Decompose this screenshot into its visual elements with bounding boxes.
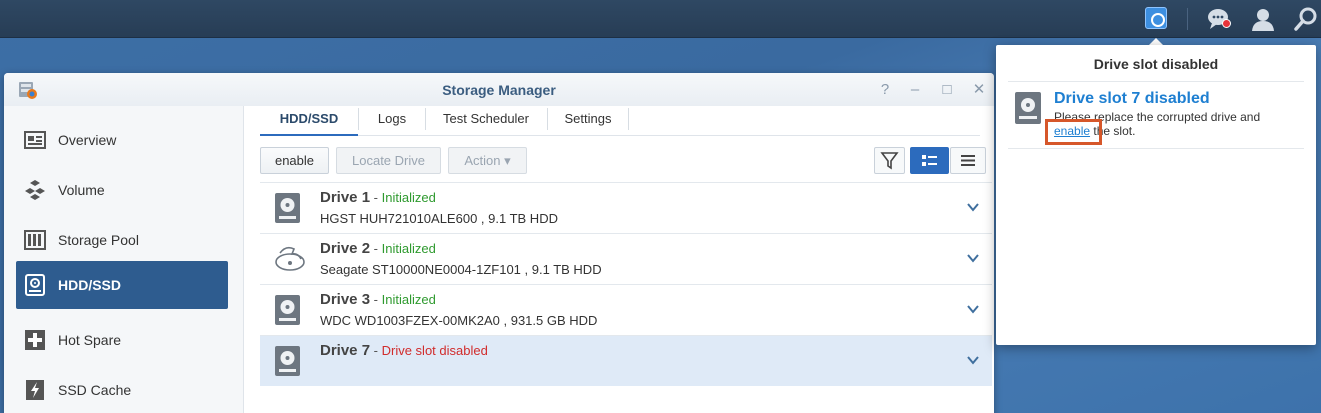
- drive-row[interactable]: Drive 1 - Initialized HGST HUH721010ALE6…: [260, 182, 992, 233]
- taskbar: [0, 0, 1321, 38]
- drive-model: HGST HUH721010ALE600 , 9.1 TB HDD: [320, 211, 558, 226]
- hdd-drive-icon: [1014, 91, 1042, 125]
- sidebar-item-label: Overview: [58, 132, 117, 148]
- drive-name: Drive 7: [320, 342, 371, 359]
- tab-bar: HDD/SSD Logs Test Scheduler Settings: [260, 106, 980, 136]
- storage-pool-icon: [24, 229, 46, 251]
- drive-status: Initialized: [381, 241, 436, 256]
- tab-divider: [628, 108, 629, 130]
- tab-hdd-ssd[interactable]: HDD/SSD: [260, 106, 358, 136]
- drive-name: Drive 2: [320, 240, 371, 257]
- notification-badge-icon: [1222, 19, 1231, 28]
- drive-status: Drive slot disabled: [381, 343, 488, 358]
- drive-model: Seagate ST10000NE0004-1ZF101 , 9.1 TB HD…: [320, 262, 602, 277]
- enable-link[interactable]: enable: [1054, 124, 1090, 138]
- user-icon[interactable]: [1251, 7, 1275, 31]
- overview-icon: [24, 129, 46, 151]
- search-icon[interactable]: [1294, 7, 1318, 31]
- sidebar-item-volume[interactable]: Volume: [16, 166, 228, 214]
- notification-item[interactable]: Drive slot 7 disabled Please replace the…: [1008, 83, 1304, 149]
- sidebar-item-hot-spare[interactable]: Hot Spare: [16, 316, 228, 364]
- hdd-drive-icon: [274, 294, 301, 326]
- drive-name: Drive 1: [320, 189, 371, 206]
- tab-logs[interactable]: Logs: [359, 106, 425, 136]
- notification-text: Please replace the corrupted drive and: [1054, 110, 1261, 124]
- sidebar-item-label: Hot Spare: [58, 332, 122, 348]
- drive-row[interactable]: Drive 3 - Initialized WDC WD1003FZEX-00M…: [260, 284, 992, 335]
- chevron-down-icon[interactable]: [966, 353, 980, 367]
- filter-button[interactable]: [874, 147, 905, 174]
- tab-test-scheduler[interactable]: Test Scheduler: [426, 106, 546, 136]
- notification-popup: Drive slot disabled Drive slot 7 disable…: [996, 45, 1316, 345]
- drive-separator: -: [370, 190, 382, 205]
- drive-status: Initialized: [381, 190, 436, 205]
- drive-separator: -: [370, 241, 382, 256]
- sidebar-item-overview[interactable]: Overview: [16, 116, 228, 164]
- drive-separator: -: [370, 343, 382, 358]
- close-button[interactable]: ✕: [970, 81, 988, 99]
- popup-header: Drive slot disabled: [1008, 56, 1304, 82]
- sidebar-item-ssd-cache[interactable]: SSD Cache: [16, 366, 228, 413]
- drive-separator: -: [370, 292, 382, 307]
- drive-model: WDC WD1003FZEX-00MK2A0 , 931.5 GB HDD: [320, 313, 598, 328]
- sidebar-item-label: Storage Pool: [58, 232, 139, 248]
- notification-title[interactable]: Drive slot 7 disabled: [1054, 90, 1210, 108]
- drive-row-selected[interactable]: Drive 7 - Drive slot disabled: [260, 335, 992, 386]
- taskbar-divider: [1187, 8, 1188, 30]
- storage-notification-icon[interactable]: [1145, 7, 1167, 29]
- tab-settings[interactable]: Settings: [548, 106, 628, 136]
- sidebar-item-storage-pool[interactable]: Storage Pool: [16, 216, 228, 264]
- locate-drive-button[interactable]: Locate Drive: [336, 147, 441, 174]
- hdd-drive-icon: [274, 345, 301, 377]
- sidebar-item-label: SSD Cache: [58, 382, 132, 398]
- minimize-button[interactable]: –: [906, 81, 924, 99]
- ssd-cache-icon: [24, 379, 46, 401]
- chevron-down-icon[interactable]: [966, 200, 980, 214]
- maximize-button[interactable]: □: [938, 81, 956, 99]
- detail-view-button[interactable]: [910, 147, 949, 174]
- list-icon: [951, 155, 985, 176]
- filter-icon: [875, 152, 904, 176]
- sidebar: Overview Volume Storage Pool HDD/SSD Hot…: [4, 106, 244, 413]
- action-dropdown-button[interactable]: Action ▾: [448, 147, 527, 174]
- storage-manager-window: Storage Manager ? – □ ✕ Overview Volume …: [4, 73, 994, 413]
- notification-text-rest: the slot.: [1090, 124, 1136, 138]
- enable-button[interactable]: enable: [260, 147, 329, 174]
- window-titlebar[interactable]: Storage Manager ? – □ ✕: [4, 73, 994, 106]
- detail-list-icon: [911, 155, 948, 176]
- volume-icon: [24, 179, 46, 201]
- drive-name: Drive 3: [320, 291, 371, 308]
- sidebar-item-hdd-ssd[interactable]: HDD/SSD: [16, 261, 228, 309]
- help-button[interactable]: ?: [876, 81, 894, 99]
- drive-row[interactable]: Drive 2 - Initialized Seagate ST10000NE0…: [260, 233, 992, 284]
- window-title: Storage Manager: [442, 82, 556, 98]
- drive-status: Initialized: [381, 292, 436, 307]
- sidebar-item-label: HDD/SSD: [58, 277, 122, 293]
- list-view-button[interactable]: [950, 147, 986, 174]
- hdd-drive-icon: [274, 192, 301, 224]
- hdd-icon: [24, 274, 46, 296]
- chevron-down-icon[interactable]: [966, 251, 980, 265]
- chevron-down-icon[interactable]: [966, 302, 980, 316]
- hot-spare-icon: [24, 329, 46, 351]
- sidebar-item-label: Volume: [58, 182, 105, 198]
- seagate-drive-icon: [274, 243, 305, 275]
